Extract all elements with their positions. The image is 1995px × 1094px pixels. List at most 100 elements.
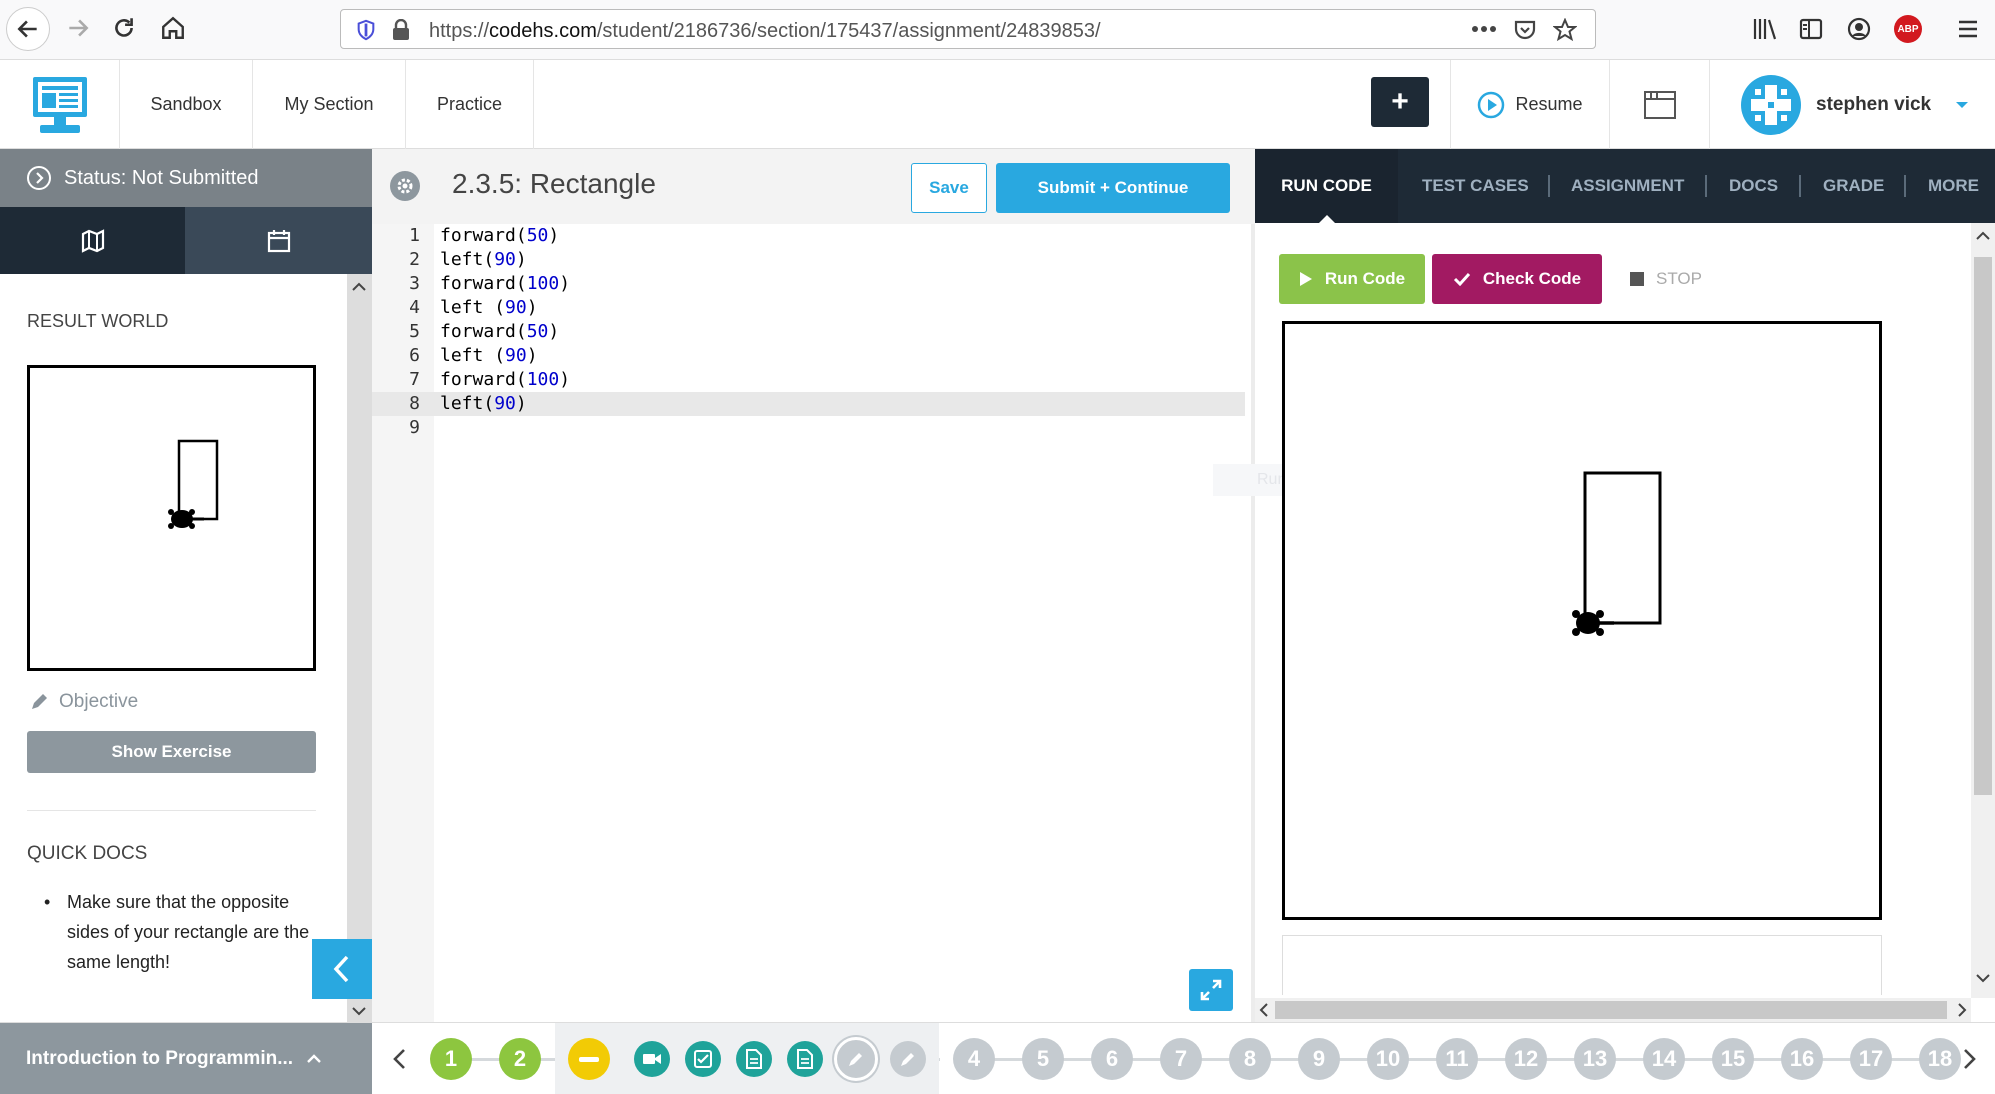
code-line[interactable]: 6 left (90) — [372, 344, 1242, 368]
code-line[interactable]: 3 forward(100) — [372, 272, 1242, 296]
stop-button[interactable]: STOP — [1630, 254, 1702, 304]
star-icon[interactable] — [1553, 18, 1577, 42]
submit-continue-button[interactable]: Submit + Continue — [996, 163, 1230, 213]
unit-dot[interactable]: 8 — [1229, 1038, 1271, 1080]
gear-icon — [397, 178, 413, 194]
sidebar-icon[interactable] — [1799, 17, 1823, 41]
adblock-icon[interactable]: ABP — [1894, 15, 1922, 43]
unit-dot[interactable]: 9 — [1298, 1038, 1340, 1080]
numeric-argument: 50 — [526, 321, 549, 342]
tab-assignment[interactable]: ASSIGNMENT — [1571, 149, 1684, 223]
next-arrow-icon[interactable] — [1963, 1048, 1977, 1070]
output-pane: RUN CODE TEST CASES ASSIGNMENT DOCS GRAD… — [1213, 149, 1995, 1022]
exercise-dot[interactable] — [890, 1041, 926, 1077]
home-button[interactable] — [153, 8, 193, 48]
pocket-icon[interactable] — [1513, 18, 1537, 42]
code-line[interactable]: 2 left(90) — [372, 248, 1242, 272]
library-icon[interactable] — [1752, 17, 1778, 41]
unit-dot[interactable]: 15 — [1712, 1038, 1754, 1080]
tab-more[interactable]: MORE — [1928, 149, 1979, 223]
tab-map[interactable] — [0, 207, 185, 274]
current-lesson-dot[interactable] — [568, 1038, 610, 1080]
course-selector[interactable]: Introduction to Programmin... — [0, 1023, 372, 1094]
tab-calendar[interactable] — [185, 207, 372, 274]
function-name: forward — [440, 321, 516, 342]
prev-arrow-icon[interactable] — [392, 1048, 406, 1070]
unit-dot[interactable]: 17 — [1850, 1038, 1892, 1080]
hscroll-thumb[interactable] — [1275, 1001, 1947, 1019]
unit-dot[interactable]: 16 — [1781, 1038, 1823, 1080]
address-bar[interactable]: https://codehs.com/student/2186736/secti… — [340, 9, 1596, 49]
tab-run-code[interactable]: RUN CODE — [1255, 149, 1398, 223]
save-button[interactable]: Save — [911, 163, 987, 213]
function-name: forward — [440, 273, 516, 294]
unit-dot[interactable]: 6 — [1091, 1038, 1133, 1080]
unit-dot[interactable]: 13 — [1574, 1038, 1616, 1080]
nav-my-section[interactable]: My Section — [253, 60, 406, 149]
code-line[interactable]: 4 left (90) — [372, 296, 1242, 320]
code-editor[interactable]: 1 forward(50) 2 left(90) 3 forward(100) 4 left … — [372, 224, 1242, 440]
forward-button[interactable] — [58, 8, 98, 48]
minus-icon — [579, 1056, 599, 1062]
right-vscrollbar[interactable] — [1971, 223, 1995, 998]
account-icon[interactable] — [1847, 17, 1871, 41]
back-button[interactable] — [6, 7, 50, 51]
code-text: left (90) — [440, 297, 538, 318]
status-bar: Status: Not Submitted — [0, 149, 372, 207]
unit-dot[interactable]: 14 — [1643, 1038, 1685, 1080]
unit-2-dot[interactable]: 2 — [499, 1038, 541, 1080]
code-line[interactable]: 5 forward(50) — [372, 320, 1242, 344]
reading-dot[interactable] — [787, 1041, 823, 1077]
code-text: left(90) — [440, 393, 527, 414]
chevron-down-icon — [1956, 101, 1969, 108]
pencil-icon — [32, 694, 47, 709]
menu-icon[interactable] — [1956, 17, 1980, 41]
code-line[interactable]: 7 forward(100) — [372, 368, 1242, 392]
scroll-up-icon — [1976, 231, 1990, 240]
scroll-down-icon — [352, 1007, 366, 1016]
current-exercise-dot[interactable] — [834, 1037, 878, 1081]
code-line[interactable]: 8 left(90) — [372, 392, 1242, 416]
tab-test-cases[interactable]: TEST CASES — [1422, 149, 1529, 223]
quick-docs-item: • Make sure that the opposite sides of y… — [44, 887, 317, 977]
scroll-thumb[interactable] — [1974, 257, 1992, 795]
quiz-dot[interactable] — [685, 1041, 721, 1077]
unit-dot[interactable]: 7 — [1160, 1038, 1202, 1080]
codehs-logo[interactable] — [0, 60, 120, 149]
unit-dot[interactable]: 4 — [953, 1038, 995, 1080]
check-code-button[interactable]: Check Code — [1432, 254, 1602, 304]
run-code-button[interactable]: Run Code — [1279, 254, 1425, 304]
create-plus-button[interactable]: + — [1371, 77, 1429, 127]
right-hscrollbar[interactable] — [1255, 998, 1971, 1022]
video-dot[interactable] — [634, 1041, 670, 1077]
fullscreen-button[interactable] — [1189, 969, 1233, 1011]
tab-grade[interactable]: GRADE — [1823, 149, 1884, 223]
show-exercise-button[interactable]: Show Exercise — [27, 731, 316, 773]
unit-dot[interactable]: 11 — [1436, 1038, 1478, 1080]
divider — [27, 810, 316, 811]
tab-docs[interactable]: DOCS — [1729, 149, 1778, 223]
collapse-panel-button[interactable] — [312, 939, 372, 999]
numeric-argument: 100 — [526, 273, 560, 294]
resume-button[interactable]: Resume — [1450, 60, 1610, 149]
tab-separator — [1904, 175, 1906, 197]
nav-practice[interactable]: Practice — [406, 60, 534, 149]
lock-icon — [393, 19, 409, 40]
user-menu[interactable]: stephen vick — [1710, 60, 1995, 149]
unit-dot[interactable]: 12 — [1505, 1038, 1547, 1080]
nav-sandbox[interactable]: Sandbox — [120, 60, 253, 149]
window-button[interactable] — [1610, 60, 1710, 149]
unit-dot[interactable]: 10 — [1367, 1038, 1409, 1080]
settings-button[interactable] — [390, 171, 420, 201]
reading-dot[interactable] — [736, 1041, 772, 1077]
code-line[interactable]: 9 — [372, 416, 1242, 440]
unit-dot[interactable]: 18 — [1919, 1038, 1961, 1080]
objective-link[interactable]: Objective — [29, 691, 138, 713]
reload-button[interactable] — [104, 8, 144, 48]
more-actions-icon[interactable] — [1471, 25, 1497, 33]
stop-label: STOP — [1656, 269, 1702, 288]
left-scrollbar[interactable] — [347, 274, 372, 1022]
code-line[interactable]: 1 forward(50) — [372, 224, 1242, 248]
unit-1-dot[interactable]: 1 — [430, 1038, 472, 1080]
unit-dot[interactable]: 5 — [1022, 1038, 1064, 1080]
